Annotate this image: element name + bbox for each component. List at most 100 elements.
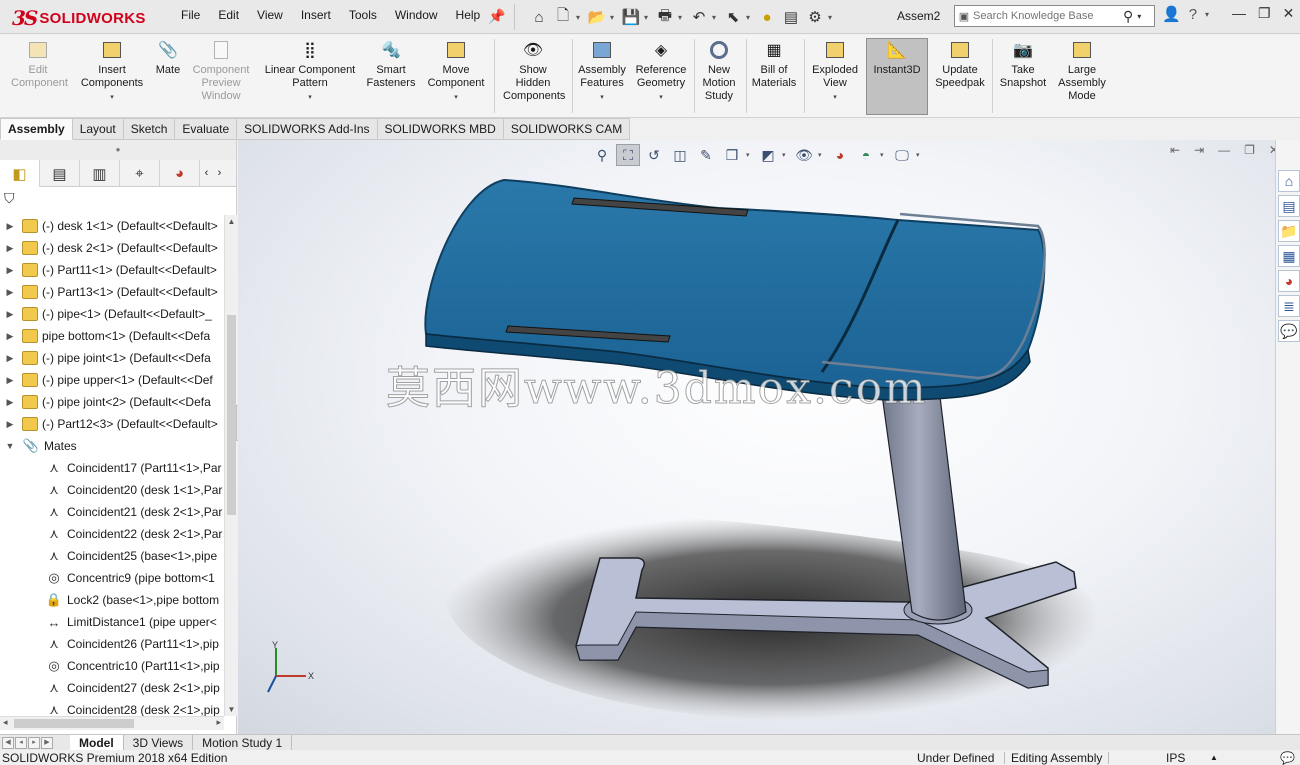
smart-fasteners-button[interactable]: 🔩 Smart Fasteners xyxy=(364,39,418,115)
large-assembly-mode-button[interactable]: Large Assembly Mode xyxy=(1054,39,1110,115)
tab-3d-views[interactable]: 3D Views xyxy=(124,734,194,751)
tab-evaluate[interactable]: Evaluate xyxy=(175,118,238,140)
show-hidden-components-button[interactable]: 👁 Show Hidden Components xyxy=(498,39,568,115)
panel-grip[interactable]: ● xyxy=(0,140,236,160)
tab-assembly[interactable]: Assembly xyxy=(0,118,73,140)
tab-mbd[interactable]: SOLIDWORKS MBD xyxy=(377,118,504,140)
expand-arrow-icon[interactable]: ▶ xyxy=(3,397,17,408)
tree-item-mate[interactable]: ⋏ Coincident20 (desk 1<1>,Par xyxy=(0,479,224,501)
close-icon[interactable]: ✕ xyxy=(1283,5,1295,22)
scroll-down-icon[interactable]: ▼ xyxy=(225,705,238,714)
solidworks-resources-icon[interactable]: ⌂ xyxy=(1278,170,1300,192)
menu-help[interactable]: Help xyxy=(447,8,490,22)
tree-item-mate[interactable]: ⋏ Coincident27 (desk 2<1>,pip xyxy=(0,677,224,699)
tree-vertical-scrollbar[interactable]: ▲ ▼ xyxy=(224,215,237,716)
undo-dropdown-icon[interactable]: ▾ xyxy=(712,13,720,22)
tree-item-mate[interactable]: ⋏ Coincident25 (base<1>,pipe xyxy=(0,545,224,567)
menu-window[interactable]: Window xyxy=(386,8,447,22)
tree-item-mate[interactable]: ↔ LimitDistance1 (pipe upper< xyxy=(0,611,224,633)
units-dropdown-icon[interactable]: ▲ xyxy=(1210,753,1218,762)
print-dropdown-icon[interactable]: ▾ xyxy=(678,13,686,22)
select-cursor-icon[interactable]: ⬉ xyxy=(722,6,744,28)
new-document-icon[interactable]: 🗋 xyxy=(552,6,574,28)
tree-item-mates[interactable]: ▼ 📎 Mates xyxy=(0,435,224,457)
new-motion-study-button[interactable]: New Motion Study xyxy=(696,39,742,115)
configuration-manager-tab-icon[interactable]: ▥ xyxy=(80,160,120,187)
component-preview-window-button[interactable]: Component Preview Window xyxy=(188,39,254,115)
tree-filter[interactable]: ⛉ xyxy=(0,187,236,211)
take-snapshot-button[interactable]: 📷 Take Snapshot xyxy=(996,39,1050,115)
custom-properties-icon[interactable]: ≣ xyxy=(1278,295,1300,317)
menu-view[interactable]: View xyxy=(248,8,292,22)
tree-item-component[interactable]: ▶ (-) Part12<3> (Default<<Default> xyxy=(0,413,224,435)
last-tab-icon[interactable]: ▶ xyxy=(41,736,53,749)
tree-item-component[interactable]: ▶ (-) desk 2<1> (Default<<Default> xyxy=(0,237,224,259)
menu-tools[interactable]: Tools xyxy=(340,8,386,22)
search-dropdown-icon[interactable]: ▾ xyxy=(1137,12,1141,21)
expand-arrow-icon[interactable]: ▶ xyxy=(3,221,17,232)
search-icon[interactable]: ⚲ xyxy=(1123,8,1133,25)
tree-item-component[interactable]: ▶ (-) pipe joint<1> (Default<<Defa xyxy=(0,347,224,369)
tree-item-component[interactable]: ▶ pipe bottom<1> (Default<<Defa xyxy=(0,325,224,347)
property-manager-tab-icon[interactable]: ▤ xyxy=(40,160,80,187)
tree-horizontal-scrollbar[interactable]: ◂ ▸ xyxy=(0,716,224,730)
quick-tips-icon[interactable]: 💬 xyxy=(1280,751,1295,765)
reference-geometry-button[interactable]: ◈ Reference Geometry ▾ xyxy=(632,39,690,115)
tab-cam[interactable]: SOLIDWORKS CAM xyxy=(503,118,631,140)
design-library-icon[interactable]: ▤ xyxy=(1278,195,1300,217)
graphics-area[interactable]: ⚲ ⛶ ↺ ◫ ✎ ❒ ▾ ◩ ▾ 👁 ▾ ◕ ◓ ▾ 🖵 ▾ ⇤ ⇥ — ❐ ✕ xyxy=(238,140,1275,734)
open-dropdown-icon[interactable]: ▾ xyxy=(610,13,618,22)
search-knowledge-base[interactable]: ▣ ⚲ ▾ xyxy=(954,5,1155,27)
tree-item-component[interactable]: ▶ (-) Part13<1> (Default<<Default> xyxy=(0,281,224,303)
tree-item-mate[interactable]: ⋏ Coincident28 (desk 2<1>,pip xyxy=(0,699,224,716)
tree-item-component[interactable]: ▶ (-) pipe joint<2> (Default<<Defa xyxy=(0,391,224,413)
tree-item-component[interactable]: ▶ (-) pipe upper<1> (Default<<Def xyxy=(0,369,224,391)
chevron-down-icon[interactable]: ▾ xyxy=(110,91,114,104)
search-input[interactable] xyxy=(973,10,1123,22)
display-manager-tab-icon[interactable]: ◕ xyxy=(160,160,200,187)
chevron-right-icon[interactable]: › xyxy=(218,167,222,179)
next-tab-icon[interactable]: ▸ xyxy=(28,736,40,749)
unit-system[interactable]: IPS xyxy=(1166,751,1185,765)
chevron-down-icon[interactable]: ▾ xyxy=(308,91,312,104)
scroll-left-icon[interactable]: ◂ xyxy=(3,717,8,728)
restore-icon[interactable]: ❐ xyxy=(1258,5,1271,22)
options-dropdown-icon[interactable]: ▾ xyxy=(828,13,836,22)
chevron-down-icon[interactable]: ▾ xyxy=(833,91,837,104)
tree-item-component[interactable]: ▶ (-) pipe<1> (Default<<Default>_ xyxy=(0,303,224,325)
prev-tab-icon[interactable]: ◂ xyxy=(15,736,27,749)
view-palette-icon[interactable]: ▦ xyxy=(1278,245,1300,267)
home-icon[interactable]: ⌂ xyxy=(528,6,550,28)
file-explorer-icon[interactable]: 📁 xyxy=(1278,220,1300,242)
tab-sketch[interactable]: Sketch xyxy=(123,118,176,140)
scroll-up-icon[interactable]: ▲ xyxy=(225,217,238,226)
expand-arrow-icon[interactable]: ▶ xyxy=(3,375,17,386)
appearances-icon[interactable]: ◕ xyxy=(1278,270,1300,292)
filter-icon[interactable]: ⛉ xyxy=(4,190,15,206)
menu-insert[interactable]: Insert xyxy=(292,8,340,22)
chevron-down-icon[interactable]: ▾ xyxy=(659,91,663,104)
insert-components-button[interactable]: Insert Components ▾ xyxy=(76,39,148,115)
collapse-arrow-icon[interactable]: ▼ xyxy=(3,441,17,451)
file-properties-icon[interactable]: ▤ xyxy=(780,6,802,28)
select-dropdown-icon[interactable]: ▾ xyxy=(746,13,754,22)
feature-manager-tab-icon[interactable]: ◧ xyxy=(0,160,40,187)
expand-arrow-icon[interactable]: ▶ xyxy=(3,309,17,320)
expand-arrow-icon[interactable]: ▶ xyxy=(3,419,17,430)
tree-item-mate[interactable]: ⋏ Coincident22 (desk 2<1>,Par xyxy=(0,523,224,545)
mate-button[interactable]: 📎 Mate xyxy=(150,39,186,115)
assembly-features-button[interactable]: Assembly Features ▾ xyxy=(574,39,630,115)
bill-of-materials-button[interactable]: ▦ Bill of Materials xyxy=(748,39,800,115)
expand-arrow-icon[interactable]: ▶ xyxy=(3,331,17,342)
expand-arrow-icon[interactable]: ▶ xyxy=(3,265,17,276)
tab-motion-study[interactable]: Motion Study 1 xyxy=(193,734,293,751)
user-account-icon[interactable]: 👤 xyxy=(1162,5,1181,23)
tree-item-mate[interactable]: ⋏ Coincident26 (Part11<1>,pip xyxy=(0,633,224,655)
save-icon[interactable]: 💾 xyxy=(620,6,642,28)
edit-component-button[interactable]: Edit Component xyxy=(4,39,72,115)
hscroll-thumb[interactable] xyxy=(14,719,134,728)
print-icon[interactable]: 🖶 xyxy=(654,6,676,28)
tree-item-mate[interactable]: ◎ Concentric10 (Part11<1>,pip xyxy=(0,655,224,677)
expand-arrow-icon[interactable]: ▶ xyxy=(3,353,17,364)
solidworks-forum-icon[interactable]: 💬 xyxy=(1278,320,1300,342)
